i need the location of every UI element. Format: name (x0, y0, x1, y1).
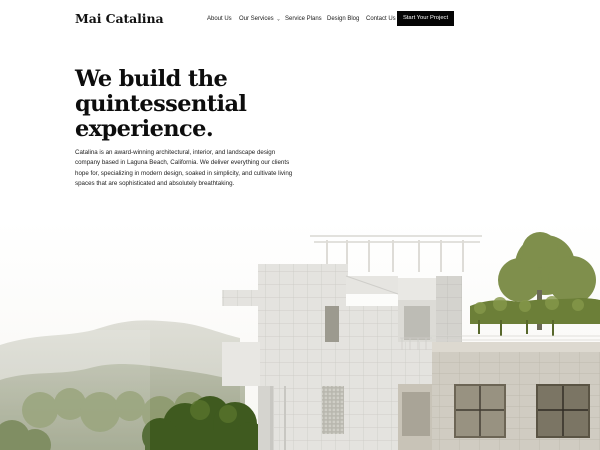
hero-description: Catalina is an award-winning architectur… (75, 148, 297, 189)
hero-description-line: spaces that are sophisticated and absolu… (75, 179, 235, 187)
hero-title-line: experience. (75, 116, 214, 142)
nav-item-service-plans[interactable]: Service Plans (285, 15, 322, 23)
hero-title: We build the quintessential experience. (75, 67, 325, 142)
hero-description-line: hope for, specializing in modern design,… (75, 169, 293, 177)
nav-item-about-us[interactable]: About Us (207, 15, 232, 23)
hero-title-line: We build the (75, 66, 228, 92)
architecture-photo (0, 220, 600, 450)
nav-item-our-services-label: Our Services (239, 16, 274, 22)
hero-description-line: company based in Laguna Beach, Californi… (75, 159, 290, 167)
hero-title-line: quintessential (75, 91, 247, 117)
nav-item-contact-us[interactable]: Contact Us (366, 15, 396, 23)
start-your-project-button[interactable]: Start Your Project (397, 11, 454, 26)
hero-description-line: Catalina is an award-winning architectur… (75, 149, 276, 156)
site-header: Mai Catalina About Us Our Services ⌄ Ser… (0, 0, 600, 38)
chevron-down-icon: ⌄ (276, 16, 281, 23)
nav-item-design-blog[interactable]: Design Blog (327, 15, 359, 23)
hero-image (0, 220, 600, 450)
nav-item-our-services[interactable]: Our Services ⌄ (239, 15, 281, 23)
main-nav: About Us Our Services ⌄ Service Plans De… (0, 0, 600, 38)
page: Mai Catalina About Us Our Services ⌄ Ser… (0, 0, 600, 450)
